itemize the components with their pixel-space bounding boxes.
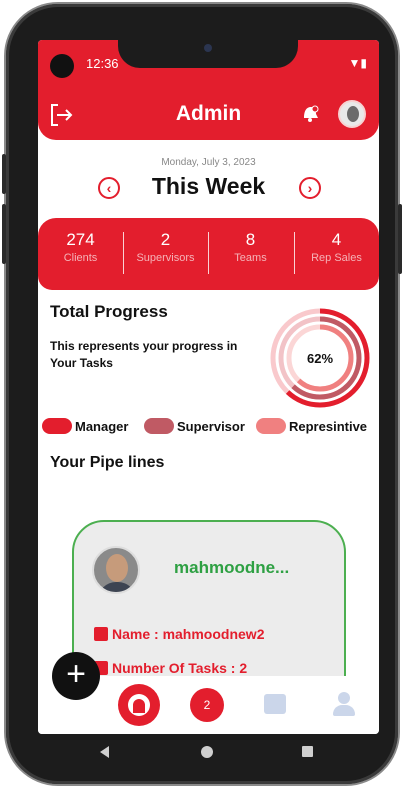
stat-rep-sales[interactable]: 4 Rep Sales xyxy=(294,230,379,264)
power-button xyxy=(398,204,402,274)
pipeline-name-line: Name : mahmoodnew2 xyxy=(94,626,264,642)
avatar-person-icon xyxy=(347,106,359,122)
avatar-face xyxy=(106,554,128,582)
legend-label: Supervisor xyxy=(177,419,245,434)
nav-home-button[interactable] xyxy=(118,684,160,726)
notification-bell-icon[interactable] xyxy=(300,104,320,124)
status-time: 12:36 xyxy=(86,56,119,71)
legend-swatch xyxy=(42,418,72,434)
legend-label: Represintive xyxy=(289,419,368,434)
page-title: Admin xyxy=(175,102,242,125)
avatar-shoulders xyxy=(98,582,136,592)
stat-value: 4 xyxy=(331,230,342,249)
progress-description: This represents your progress in Your Ta… xyxy=(50,339,238,370)
stats-bar: 274 Clients 2 Supervisors 8 Teams 4 Rep … xyxy=(38,218,379,290)
progress-legend: Manager Supervisor Represintive xyxy=(42,416,379,440)
pipelines-heading: Your Pipe lines xyxy=(50,454,165,471)
period-label: This Week xyxy=(151,173,266,199)
system-home-button[interactable] xyxy=(201,746,213,758)
app-bar: Admin xyxy=(38,90,379,140)
signal-battery-icon: ▼▮ xyxy=(348,56,367,70)
avatar xyxy=(92,546,140,594)
total-progress-heading: Total Progress xyxy=(50,302,168,321)
profile-icon-body xyxy=(333,705,355,716)
stat-value: 8 xyxy=(245,230,256,249)
pipeline-user-name: mahmoodne... xyxy=(174,558,290,577)
progress-ring: 62% xyxy=(270,308,370,408)
stat-label: Supervisors xyxy=(136,252,195,264)
date-selector: Monday, July 3, 2023 ‹ This Week › xyxy=(38,145,379,215)
stat-supervisors[interactable]: 2 Supervisors xyxy=(123,230,208,264)
legend-item-supervisor: Supervisor xyxy=(144,418,245,434)
home-icon-door xyxy=(133,699,145,713)
pipeline-name-text: Name : mahmoodnew2 xyxy=(112,626,265,642)
calendar-icon[interactable] xyxy=(264,694,286,714)
legend-swatch xyxy=(144,418,174,434)
next-week-button[interactable]: › xyxy=(299,177,321,199)
pipeline-tasks-line: Number Of Tasks : 2 xyxy=(94,660,247,676)
legend-label: Manager xyxy=(75,419,129,434)
volume-button xyxy=(2,154,6,194)
add-fab-button[interactable]: + xyxy=(52,652,100,700)
status-bar: 12:36 ▼▮ xyxy=(38,40,379,90)
legend-swatch xyxy=(256,418,286,434)
stat-label: Rep Sales xyxy=(311,252,362,264)
stat-teams[interactable]: 8 Teams xyxy=(208,230,293,264)
badge-icon xyxy=(94,627,108,641)
legend-item-manager: Manager xyxy=(42,418,128,434)
profile-icon[interactable] xyxy=(333,692,355,716)
stat-label: Clients xyxy=(63,252,98,264)
camera-hole xyxy=(50,54,74,78)
date-full: Monday, July 3, 2023 xyxy=(161,157,256,168)
stat-label: Teams xyxy=(234,252,267,264)
stat-value: 2 xyxy=(160,230,171,249)
app-screen: 12:36 ▼▮ Admin Monday, July 3, 2023 ‹ Th… xyxy=(38,40,379,734)
legend-item-representative: Represintive xyxy=(256,418,367,434)
profile-icon-head xyxy=(338,692,350,704)
pipeline-tasks-text: Number Of Tasks : 2 xyxy=(112,660,248,676)
front-camera xyxy=(204,44,212,52)
notch xyxy=(118,40,298,68)
system-recents-button[interactable] xyxy=(302,746,313,757)
stat-value: 274 xyxy=(66,230,95,249)
nav-count-badge[interactable]: 2 xyxy=(190,688,224,722)
progress-percent: 62% xyxy=(307,351,333,366)
stat-clients[interactable]: 274 Clients xyxy=(38,230,123,264)
system-back-button[interactable] xyxy=(100,746,109,758)
volume-button xyxy=(2,204,6,264)
avatar[interactable] xyxy=(338,100,366,128)
